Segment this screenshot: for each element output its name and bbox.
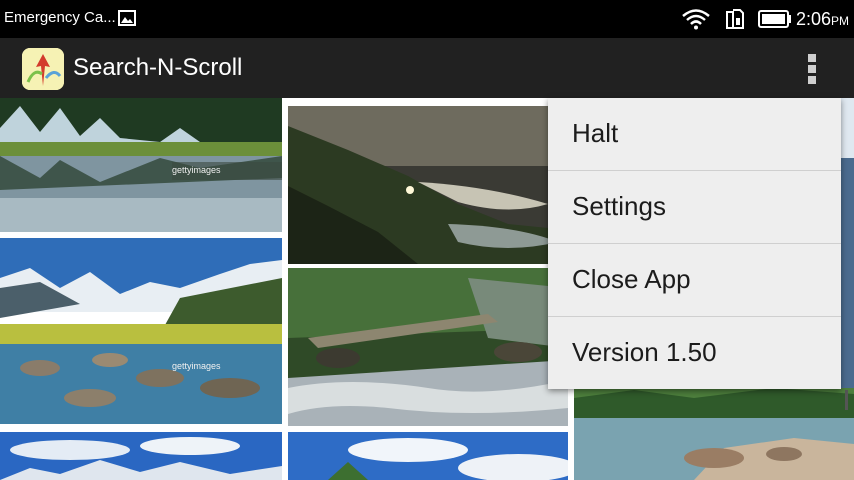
status-time-value: 2:06 xyxy=(796,9,832,29)
menu-item-label: Close App xyxy=(572,264,691,294)
status-time-ampm: PM xyxy=(831,14,850,28)
overflow-menu-icon[interactable] xyxy=(800,48,824,88)
menu-item-close-app[interactable]: Close App xyxy=(548,244,841,316)
photo-tile[interactable] xyxy=(288,432,568,480)
overflow-popup-menu: Halt Settings Close App Version 1.50 xyxy=(548,98,841,389)
image-icon xyxy=(118,10,136,26)
watermark: gettyimages xyxy=(172,356,242,372)
photo-tile[interactable] xyxy=(0,238,282,424)
menu-item-version[interactable]: Version 1.50 xyxy=(548,317,841,389)
grid-gutter xyxy=(282,98,288,480)
scrollbar-thumb[interactable] xyxy=(845,390,848,410)
overflow-dot xyxy=(808,76,816,84)
overflow-dot xyxy=(808,54,816,62)
app-title: Search-N-Scroll xyxy=(73,54,243,81)
watermark: gettyimages xyxy=(172,160,242,180)
menu-item-settings[interactable]: Settings xyxy=(548,171,841,243)
getty-watermark-1: gettyimages xyxy=(172,165,221,175)
notification-text: Emergency Ca... xyxy=(4,9,116,26)
overflow-dot xyxy=(808,65,816,73)
sim-icon xyxy=(726,9,744,29)
status-bar: Emergency Ca... 2:06PM xyxy=(0,0,854,38)
photo-tile[interactable] xyxy=(0,432,282,480)
menu-item-label: Halt xyxy=(572,118,619,148)
menu-item-label: Settings xyxy=(572,191,666,221)
photo-tile[interactable] xyxy=(288,268,568,426)
getty-watermark-2: gettyimages xyxy=(172,361,221,371)
app-icon[interactable] xyxy=(22,48,64,90)
battery-icon xyxy=(758,10,791,28)
wifi-icon xyxy=(682,9,710,30)
menu-item-halt[interactable]: Halt xyxy=(548,98,841,170)
status-time: 2:06PM xyxy=(796,9,849,30)
photo-tile[interactable] xyxy=(288,106,568,264)
menu-item-label: Version 1.50 xyxy=(572,337,717,367)
